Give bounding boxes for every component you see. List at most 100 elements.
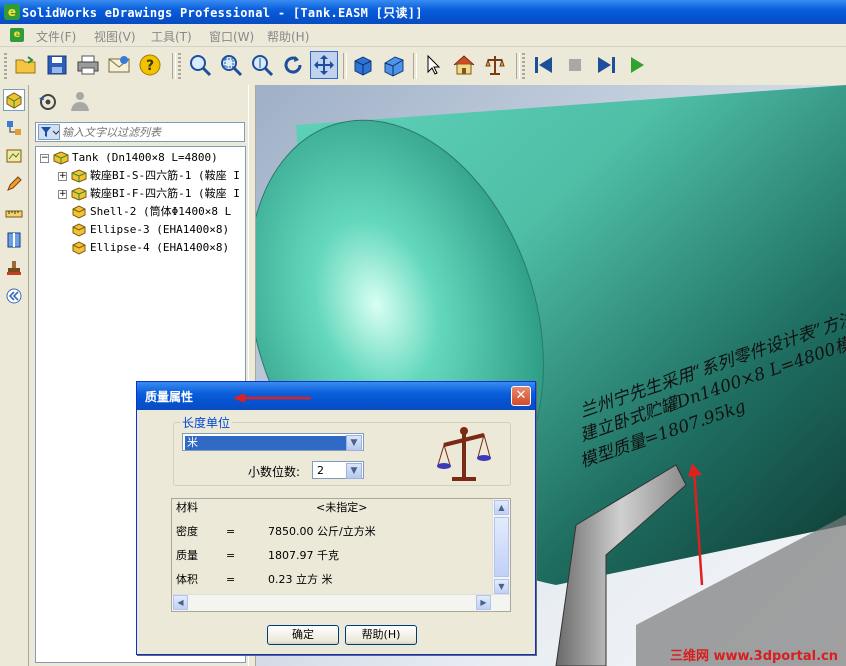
configurations-tab[interactable] [3, 117, 25, 139]
sheet-icon [6, 149, 22, 163]
show-all-icon[interactable] [37, 91, 61, 113]
home-icon [453, 55, 475, 75]
send-button[interactable] [105, 51, 133, 79]
perspective-button[interactable] [380, 51, 408, 79]
scroll-left-button[interactable]: ◀ [173, 595, 188, 610]
save-icon [47, 55, 67, 75]
user-icon[interactable] [67, 89, 91, 113]
menu-window[interactable]: 窗口(W) [209, 28, 254, 45]
menu-view[interactable]: 视图(V) [94, 28, 136, 45]
pan-button[interactable] [310, 51, 338, 79]
tree-node-label: Ellipse-4 (EHA1400×8) [90, 241, 230, 254]
length-unit-select[interactable]: 米 ▼ [182, 433, 364, 451]
vertical-scrollbar[interactable]: ▲ ▼ [492, 499, 510, 595]
collapse-panel-button[interactable] [3, 285, 25, 307]
close-button[interactable]: ✕ [511, 386, 531, 406]
stamp-icon [7, 261, 21, 275]
last-frame-button[interactable] [592, 51, 620, 79]
save-button[interactable] [43, 51, 71, 79]
tree-node-label: Shell-2 (筒体Φ1400×8 L [90, 205, 232, 218]
zoom-button[interactable] [248, 51, 276, 79]
filter-input[interactable] [62, 124, 240, 140]
result-value: 0.23 立方 米 [268, 573, 333, 586]
menu-file[interactable]: 文件(F) [36, 28, 76, 45]
result-row: 密度 = 7850.00 公斤/立方米 [172, 523, 492, 541]
expand-icon[interactable]: + [58, 171, 67, 181]
envelope-icon [108, 56, 130, 73]
stamp-tab[interactable] [3, 257, 25, 279]
scroll-right-button[interactable]: ▶ [476, 595, 491, 610]
toolbar-separator [413, 53, 417, 79]
stop-icon [569, 59, 581, 71]
dialog-title: 质量属性 [145, 390, 194, 404]
menu-help[interactable]: 帮助(H) [267, 28, 309, 45]
chevron-down-icon[interactable]: ▼ [346, 435, 362, 451]
toolbar-grip[interactable] [4, 53, 7, 79]
balance-scale-icon [437, 427, 491, 481]
result-row: 质量 = 1807.97 千克 [172, 547, 492, 565]
sheets-tab[interactable] [3, 145, 25, 167]
toolbar-grip[interactable] [178, 53, 181, 79]
scroll-up-button[interactable]: ▲ [494, 500, 509, 515]
decimals-select[interactable]: 2 ▼ [312, 461, 364, 479]
scroll-down-button[interactable]: ▼ [494, 579, 509, 594]
scroll-thumb[interactable] [494, 517, 509, 577]
dialog-title-bar[interactable]: 质量属性 ✕ [137, 382, 535, 410]
balance-scale-icon [485, 56, 505, 75]
skip-back-icon [535, 57, 552, 73]
result-value: <未指定> [316, 501, 368, 514]
print-button[interactable] [74, 51, 102, 79]
zoom-icon [252, 55, 274, 77]
open-button[interactable] [12, 51, 40, 79]
app-menu-icon[interactable]: e [10, 28, 24, 42]
cursor-arrow-icon [427, 54, 441, 75]
ok-button[interactable]: 确定 [267, 625, 339, 645]
tree-node-label: 鞍座BI-S-四六筋-1 (鞍座 I [90, 169, 240, 182]
zoom-fit-button[interactable] [186, 51, 214, 79]
chevron-down-icon[interactable]: ▼ [346, 463, 362, 479]
tree-node-root[interactable]: − Tank (Dn1400×8 L=4800) [40, 149, 218, 167]
help-button[interactable]: ? [136, 51, 164, 79]
tree-node-saddle-f[interactable]: + 鞍座BI-F-四六筋-1 (鞍座 I [58, 185, 240, 203]
tree-node-ellipse-4[interactable]: Ellipse-4 (EHA1400×8) [71, 239, 229, 257]
part-icon [72, 223, 86, 237]
ruler-icon [5, 210, 23, 218]
home-button[interactable] [450, 51, 478, 79]
toolbar-separator [516, 53, 520, 79]
first-frame-button[interactable] [530, 51, 558, 79]
play-button[interactable] [623, 51, 651, 79]
toolbar-grip[interactable] [522, 53, 525, 79]
rotate-button[interactable] [279, 51, 307, 79]
expand-icon[interactable]: + [58, 189, 67, 199]
toolbar: ? [0, 47, 846, 86]
select-button[interactable] [419, 51, 447, 79]
annotation-arrow [233, 393, 311, 403]
measure-tab[interactable] [3, 201, 25, 223]
help-dialog-button[interactable]: 帮助(H) [345, 625, 417, 645]
tree-node-label: 鞍座BI-F-四六筋-1 (鞍座 I [90, 187, 240, 200]
side-tab-strip [0, 85, 29, 666]
zoom-area-button[interactable] [217, 51, 245, 79]
open-folder-icon [15, 56, 36, 74]
horizontal-scrollbar[interactable]: ◀ ▶ [172, 594, 510, 611]
question-icon: ? [139, 54, 161, 76]
zoom-area-icon [221, 55, 243, 77]
perspective-cube-icon [384, 56, 404, 77]
tree-node-shell[interactable]: Shell-2 (筒体Φ1400×8 L [71, 203, 231, 221]
tree-node-label: Tank (Dn1400×8 L=4800) [72, 151, 218, 164]
stop-button[interactable] [561, 51, 589, 79]
printer-icon [77, 55, 99, 75]
tree-node-saddle-s[interactable]: + 鞍座BI-S-四六筋-1 (鞍座 I [58, 167, 240, 185]
section-tab[interactable] [3, 229, 25, 251]
decimals-label: 小数位数: [248, 465, 301, 479]
result-value: 7850.00 公斤/立方米 [268, 525, 376, 538]
collapse-icon[interactable]: − [40, 153, 49, 163]
mass-properties-button[interactable] [481, 51, 509, 79]
shaded-button[interactable] [349, 51, 377, 79]
filter-icon[interactable] [38, 124, 60, 140]
close-icon: ✕ [515, 388, 527, 403]
menu-tools[interactable]: 工具(T) [151, 28, 192, 45]
markup-tab[interactable] [3, 173, 25, 195]
tree-node-ellipse-3[interactable]: Ellipse-3 (EHA1400×8) [71, 221, 229, 239]
components-tab[interactable] [3, 89, 25, 111]
